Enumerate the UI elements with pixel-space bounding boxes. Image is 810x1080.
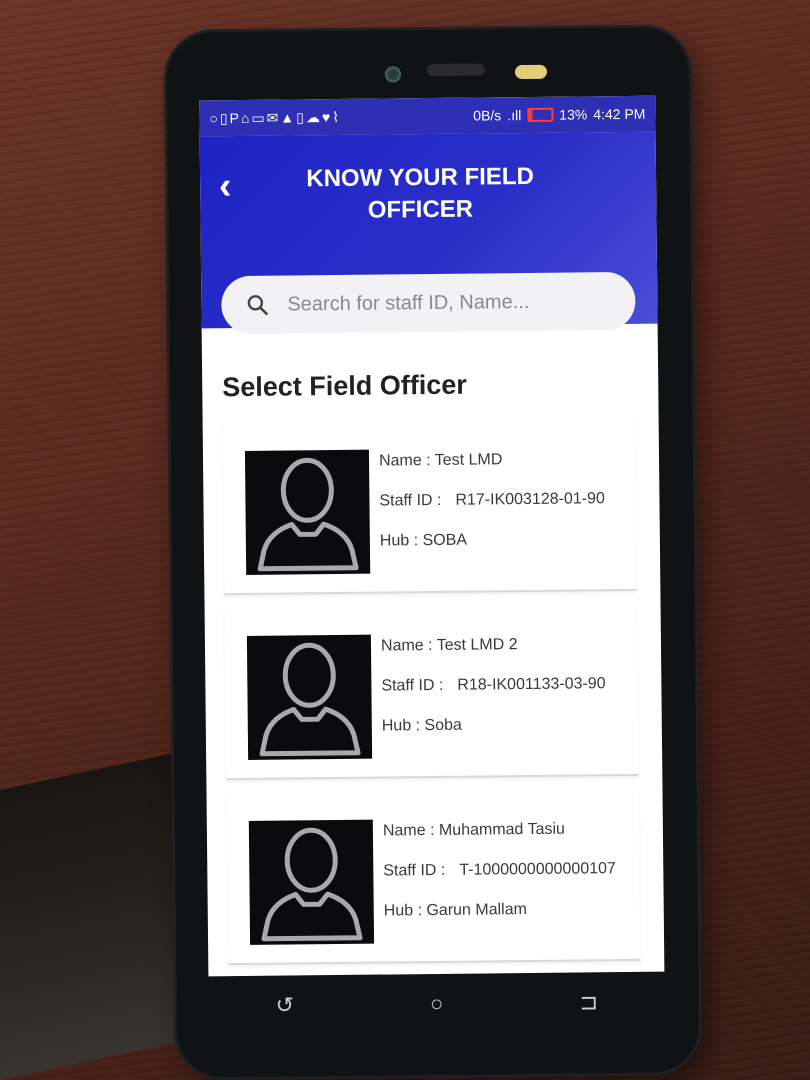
officer-card[interactable]: Name : Muhammad Tasiu Staff ID : T-10000… <box>226 790 641 966</box>
officer-staff-id: Staff ID : T-1000000000000107 <box>383 859 633 882</box>
front-camera-icon <box>384 66 402 83</box>
staff-id-value: T-1000000000000107 <box>459 860 616 879</box>
officer-name: Name : Muhammad Tasiu <box>382 820 565 840</box>
section-title: Select Field Officer <box>222 369 467 403</box>
phone-device: ○▯P⌂▭✉▲▯☁♥⌇ 0B/s .ıll 13% 4:42 PM ‹ KNOW… <box>166 27 700 1078</box>
officer-hub: Hub : Garun Mallam <box>383 901 528 920</box>
battery-level: 13% <box>559 106 588 123</box>
staff-id-label: Staff ID : <box>381 676 444 695</box>
search-icon <box>247 295 268 316</box>
officer-hub: Hub : Soba <box>381 716 462 735</box>
signal-icon: .ıll <box>507 107 522 124</box>
search-input[interactable] <box>285 288 610 318</box>
officer-staff-id: Staff ID : R17-IK003128-01-90 <box>379 489 629 512</box>
officer-hub: Hub : SOBA <box>379 531 468 550</box>
user-silhouette-icon <box>257 457 359 572</box>
back-button[interactable]: ‹ <box>210 165 240 207</box>
officer-info: Name : Muhammad Tasiu Staff ID : T-10000… <box>383 819 634 942</box>
nav-back-icon[interactable]: ↺ <box>265 992 305 1018</box>
officer-card[interactable]: Name : Test LMD Staff ID : R17-IK003128-… <box>222 420 637 596</box>
earpiece-speaker <box>426 63 486 77</box>
avatar <box>248 819 375 945</box>
officer-staff-id: Staff ID : R18-IK001133-03-90 <box>381 674 631 697</box>
user-silhouette-icon <box>259 642 361 757</box>
battery-icon <box>527 107 554 122</box>
staff-id-label: Staff ID : <box>379 491 442 510</box>
officer-info: Name : Test LMD 2 Staff ID : R18-IK00113… <box>381 634 632 757</box>
status-right: 0B/s .ıll 13% 4:42 PM <box>473 106 645 124</box>
nav-home-icon[interactable]: ○ <box>417 991 457 1017</box>
officer-info: Name : Test LMD Staff ID : R17-IK003128-… <box>379 449 630 572</box>
officer-name: Name : Test LMD 2 <box>380 636 518 655</box>
officer-name: Name : Test LMD <box>378 451 503 470</box>
staff-id-value: R17-IK003128-01-90 <box>455 490 605 509</box>
page-title: KNOW YOUR FIELD OFFICER <box>306 162 534 224</box>
search-bar[interactable] <box>221 271 636 335</box>
notification-icons: ○▯P⌂▭✉▲▯☁♥⌇ <box>209 108 342 126</box>
status-bar: ○▯P⌂▭✉▲▯☁♥⌇ 0B/s .ıll 13% 4:42 PM <box>199 95 656 137</box>
user-silhouette-icon <box>261 827 363 942</box>
system-nav-bar: ↺ ○ ⊐ <box>208 972 665 1037</box>
network-speed: 0B/s <box>473 107 502 124</box>
clock: 4:42 PM <box>593 105 646 123</box>
app-screen: ○▯P⌂▭✉▲▯☁♥⌇ 0B/s .ıll 13% 4:42 PM ‹ KNOW… <box>199 95 665 977</box>
front-flash <box>514 64 548 80</box>
avatar <box>246 634 373 760</box>
avatar <box>244 449 371 575</box>
staff-id-label: Staff ID : <box>383 861 446 880</box>
staff-id-value: R18-IK001133-03-90 <box>457 675 606 694</box>
nav-recents-icon[interactable]: ⊐ <box>569 989 609 1015</box>
officer-card[interactable]: Name : Test LMD 2 Staff ID : R18-IK00113… <box>224 605 639 781</box>
app-header: ‹ KNOW YOUR FIELD OFFICER <box>199 131 658 335</box>
